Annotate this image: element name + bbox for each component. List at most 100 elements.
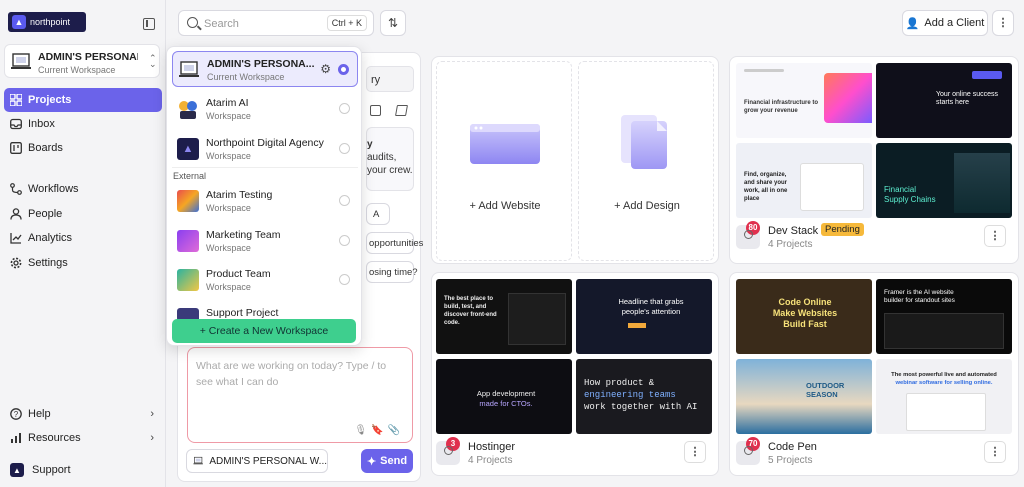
client-avatar[interactable]: 70 — [736, 437, 760, 465]
radio-selected[interactable] — [338, 64, 349, 75]
project-thumbnail[interactable]: Headline that grabs people's attention — [576, 279, 712, 354]
workspace-sub: Current Workspace — [38, 65, 116, 75]
workspace-laptop-icon — [11, 53, 31, 69]
radio-unselected[interactable] — [339, 143, 350, 154]
nav-resources[interactable]: Resources › — [4, 426, 162, 450]
workspace-switcher[interactable]: ADMIN'S PERSONAL ... Current Workspace ⌃… — [4, 44, 160, 78]
avatar-icon — [177, 190, 199, 212]
client-projects-count: 4 Projects — [768, 239, 813, 250]
sort-button[interactable]: ⇅ — [380, 10, 406, 36]
nav-settings[interactable]: Settings — [4, 251, 162, 275]
project-thumbnail[interactable]: How product & engineering teams work tog… — [576, 359, 712, 434]
nav-workflows[interactable]: Workflows — [4, 177, 162, 201]
workspace-option-atarim-testing[interactable]: Atarim Testing Workspace — [172, 183, 358, 219]
thumb-text: engineering teams — [584, 390, 676, 400]
workspace-option-support[interactable]: Support Project — [172, 301, 358, 319]
client-avatar[interactable]: 3 — [436, 437, 460, 465]
workspace-option-northpoint[interactable]: ▲ Northpoint Digital Agency Workspace — [172, 131, 358, 167]
nav-label: Projects — [28, 94, 72, 106]
add-website-tile[interactable]: + Add Website — [436, 61, 572, 261]
brand-logo[interactable]: ▲ northpoint — [8, 12, 86, 32]
workspace-option-marketing[interactable]: Marketing Team Workspace — [172, 223, 358, 259]
add-design-tile[interactable]: + Add Design — [578, 61, 714, 261]
workspace-laptop-icon — [179, 61, 199, 77]
nav-support[interactable]: ▲ Support — [4, 458, 162, 482]
nav-boards[interactable]: Boards — [4, 136, 162, 160]
thumb-text: The most powerful live and automated — [891, 372, 997, 378]
radio-unselected[interactable] — [339, 274, 350, 285]
project-thumbnail[interactable]: The best place to build, test, and disco… — [436, 279, 572, 354]
suggestion-pill[interactable]: opportunities — [366, 232, 423, 254]
gear-icon — [10, 257, 22, 269]
radio-unselected[interactable] — [339, 235, 350, 246]
more-options-button[interactable]: ⋮ — [992, 10, 1014, 36]
client-name[interactable]: Code Pen — [768, 441, 817, 453]
northpoint-logo-icon: ▲ — [10, 463, 24, 477]
person-icon — [10, 208, 22, 220]
suggestion-pill[interactable]: osing time? — [366, 261, 418, 283]
client-more-button[interactable]: ⋮ — [984, 225, 1006, 247]
client-name[interactable]: Hostinger — [468, 441, 515, 453]
send-button[interactable]: ✦ Send — [361, 449, 413, 473]
assistant-chip[interactable]: ry — [366, 66, 414, 92]
workspace-option-sub: Workspace — [206, 282, 251, 292]
edit-icon[interactable] — [395, 105, 408, 116]
nav-projects[interactable]: Projects — [4, 88, 162, 112]
nav-people[interactable]: People — [4, 202, 162, 226]
workspace-option-name: Atarim Testing — [206, 189, 273, 201]
thumb-text: Supply Chains — [884, 195, 936, 204]
thumb-text: Your online success starts here — [936, 91, 999, 106]
board-icon — [10, 142, 22, 154]
search-box[interactable]: Search Ctrl + K — [178, 10, 374, 36]
suggestion-pill[interactable]: A — [366, 203, 390, 225]
project-thumbnail[interactable]: Code Online Make Websites Build Fast — [736, 279, 872, 354]
grid-icon — [9, 93, 23, 107]
project-thumbnail[interactable]: Find, organize, and share your work, all… — [736, 143, 872, 218]
client-more-button[interactable]: ⋮ — [984, 441, 1006, 463]
project-thumbnail[interactable]: Financial Supply Chains — [876, 143, 1012, 218]
add-user-icon: 👤 — [905, 17, 920, 30]
project-thumbnail[interactable]: App development made for CTOs. — [436, 359, 572, 434]
project-thumbnail[interactable]: Framer is the AI website builder for sta… — [876, 279, 1012, 354]
workspace-select-label: ADMIN'S PERSONAL W... — [209, 455, 327, 467]
project-thumbnail[interactable]: Your online success starts here — [876, 63, 1012, 138]
client-avatar[interactable]: 80 — [736, 221, 760, 249]
nav-analytics[interactable]: Analytics — [4, 226, 162, 250]
add-client-label: Add a Client — [924, 17, 985, 29]
attach-icon[interactable]: 📎 — [388, 425, 404, 436]
nav-inbox[interactable]: Inbox — [4, 112, 162, 136]
create-workspace-button[interactable]: + Create a New Workspace — [172, 319, 356, 343]
thumb-text: work together with AI — [584, 402, 698, 412]
thumb-text: Make Websites — [772, 308, 838, 318]
workspace-select-button[interactable]: ADMIN'S PERSONAL W... — [186, 449, 328, 473]
radio-unselected[interactable] — [339, 103, 350, 114]
client-name[interactable]: Dev Stack — [768, 225, 818, 237]
bookmark-icon[interactable]: 🔖 — [371, 425, 387, 436]
prompt-input[interactable]: What are we working on today? Type / to … — [196, 358, 396, 390]
client-card-dev-stack[interactable]: Financial infrastructure to grow your re… — [729, 56, 1019, 264]
prompt-box[interactable]: What are we working on today? Type / to … — [187, 347, 413, 443]
collapse-sidebar-icon[interactable] — [143, 18, 155, 30]
project-thumbnail[interactable]: OUTDOOR SEASON — [736, 359, 872, 434]
thumb-text: Headline that grabs — [618, 297, 684, 306]
client-more-button[interactable]: ⋮ — [684, 441, 706, 463]
client-card-hostinger[interactable]: The best place to build, test, and disco… — [431, 272, 719, 476]
gear-icon[interactable]: ⚙ — [320, 62, 331, 76]
notification-count-badge: 70 — [746, 437, 760, 451]
workspace-option-atarim-ai[interactable]: Atarim AI Workspace — [172, 91, 358, 127]
project-thumbnail[interactable]: Financial infrastructure to grow your re… — [736, 63, 872, 138]
workspace-option-sub: Current Workspace — [207, 72, 285, 82]
project-thumbnail[interactable]: The most powerful live and automated web… — [876, 359, 1012, 434]
workspace-option-name: Atarim AI — [206, 97, 249, 109]
layout-icon[interactable] — [370, 105, 381, 116]
mic-icon[interactable]: 🎙 — [354, 425, 371, 436]
nav-help[interactable]: ? Help › — [4, 402, 162, 426]
notification-count-badge: 80 — [746, 221, 760, 235]
workspace-option-product[interactable]: Product Team Workspace — [172, 262, 358, 298]
search-input[interactable]: Search — [204, 18, 239, 30]
client-card-code-pen[interactable]: Code Online Make Websites Build Fast Fra… — [729, 272, 1019, 476]
radio-unselected[interactable] — [339, 195, 350, 206]
workspace-option-name: Marketing Team — [206, 229, 281, 241]
workspace-option-admin[interactable]: ADMIN'S PERSONA... Current Workspace ⚙ — [172, 51, 358, 87]
add-client-button[interactable]: 👤 Add a Client — [902, 10, 988, 36]
